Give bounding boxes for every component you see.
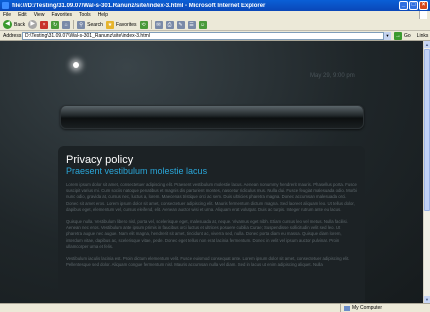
toolbar: ◀ Back ▶ × ↻ ⌂ ⚲ Search ★ Favorites ⟲ ✉ … (0, 19, 430, 31)
toolbar-separator (73, 20, 75, 29)
scroll-up-icon[interactable]: ▲ (424, 41, 430, 48)
date-time: May 29, 9:00 pm (310, 73, 355, 79)
menu-view[interactable]: View (34, 12, 45, 18)
menu-favorites[interactable]: Favorites (51, 12, 72, 18)
back-arrow-icon: ◀ (3, 20, 12, 29)
address-dropdown-icon[interactable]: ▼ (384, 31, 391, 40)
address-label: Address (3, 32, 22, 39)
go-button[interactable]: → Go (394, 31, 411, 40)
site-nav-bar[interactable] (60, 105, 364, 129)
refresh-icon[interactable]: ↻ (51, 20, 60, 29)
forward-arrow-icon: ▶ (28, 20, 38, 29)
glow-star-decoration (73, 62, 79, 68)
menu-help[interactable]: Help (98, 12, 108, 18)
toolbar-separator (150, 20, 152, 29)
stop-icon[interactable]: × (40, 20, 49, 29)
links-button[interactable]: Links (417, 33, 429, 39)
content-panel: Privacy policy Praesent vestibulum moles… (58, 146, 365, 303)
search-button[interactable]: ⚲ Search (77, 20, 103, 30)
favorites-star-icon: ★ (105, 20, 114, 29)
mail-icon[interactable]: ✉ (154, 20, 163, 29)
discuss-icon[interactable]: ☰ (187, 20, 196, 29)
windows-logo-icon (419, 11, 427, 19)
home-icon[interactable]: ⌂ (62, 20, 71, 29)
back-button[interactable]: ◀ Back (3, 20, 25, 30)
ie-app-icon (2, 2, 9, 9)
body-paragraph: Vestibulum iaculis lacinia est. Proin di… (66, 256, 350, 268)
menu-file[interactable]: File (3, 12, 11, 18)
maximize-button[interactable]: □ (409, 1, 418, 10)
scroll-down-icon[interactable]: ▼ (424, 296, 430, 303)
zone-label: My Computer (352, 305, 383, 311)
time-text: 9:00 pm (333, 73, 355, 79)
menu-tools[interactable]: Tools (79, 12, 91, 18)
window-title: file:///D:/Testing/31.09.07/Wal-s-301.Ra… (12, 2, 266, 9)
page-viewport: May 29, 9:00 pm Privacy policy Praesent … (0, 41, 423, 303)
security-zone: My Computer (340, 304, 382, 312)
history-icon[interactable]: ⟲ (139, 20, 148, 29)
vertical-scrollbar[interactable]: ▲ ▼ (423, 41, 430, 303)
computer-icon (344, 305, 350, 311)
status-bar: My Computer (0, 303, 430, 312)
search-label: Search (87, 21, 103, 28)
window-controls: _ □ × (399, 1, 428, 10)
forward-button[interactable]: ▶ (28, 20, 38, 30)
favorites-label: Favorites (115, 21, 137, 28)
messenger-icon[interactable]: ☺ (198, 20, 207, 29)
body-paragraph: Quisque nulla. Vestibulum libero nisl, p… (66, 219, 348, 249)
search-icon: ⚲ (77, 20, 86, 29)
body-paragraph: Lorem ipsum dolor sit amet, consectetuer… (66, 182, 357, 212)
page-subtitle: Praesent vestibulum molestie lacus (66, 166, 208, 176)
page-title: Privacy policy (66, 154, 134, 166)
back-label: Back (14, 21, 26, 28)
go-arrow-icon: → (394, 31, 402, 40)
address-input[interactable]: D:\Testing\31.09.07\Wal-s-301_Ranunz\sit… (22, 31, 384, 40)
print-icon[interactable]: ⎙ (165, 20, 174, 29)
favorites-button[interactable]: ★ Favorites (105, 20, 137, 30)
minimize-button[interactable]: _ (399, 1, 408, 10)
menu-bar: File Edit View Favorites Tools Help (0, 11, 430, 19)
go-label: Go (404, 32, 411, 39)
menu-edit[interactable]: Edit (18, 12, 27, 18)
date-text: May 29, (310, 73, 332, 79)
address-bar: Address D:\Testing\31.09.07\Wal-s-301_Ra… (0, 31, 430, 41)
scroll-thumb[interactable] (424, 49, 430, 211)
close-button[interactable]: × (419, 1, 428, 10)
edit-icon[interactable]: ✎ (176, 20, 185, 29)
window-titlebar: file:///D:/Testing/31.09.07/Wal-s-301.Ra… (0, 0, 430, 11)
